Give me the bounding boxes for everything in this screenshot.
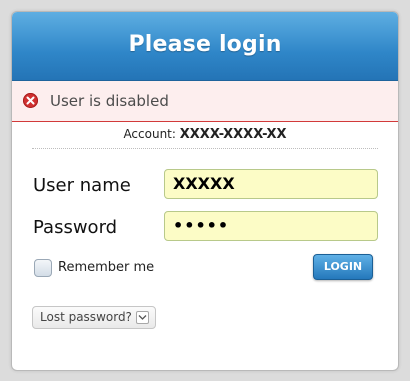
username-input[interactable]: XXXXX xyxy=(164,169,378,199)
page-background: Please login User is disabled Account: X… xyxy=(0,0,410,381)
password-input[interactable]: ••••• xyxy=(164,211,378,241)
remember-me-label[interactable]: Remember me xyxy=(58,260,154,275)
error-icon xyxy=(23,93,38,108)
account-info: Account: XXXX-XXXX-XX xyxy=(12,127,398,142)
error-text: User is disabled xyxy=(50,92,169,110)
chevron-down-icon xyxy=(136,311,149,324)
login-button[interactable]: LOGIN xyxy=(313,254,373,280)
lost-password-button[interactable]: Lost password? xyxy=(32,306,156,329)
password-label: Password xyxy=(33,217,118,238)
login-header: Please login xyxy=(12,12,398,81)
login-panel: Please login User is disabled Account: X… xyxy=(11,11,399,371)
account-value: XXXX-XXXX-XX xyxy=(179,127,287,142)
lost-password-label: Lost password? xyxy=(40,310,132,324)
divider xyxy=(32,148,378,149)
username-label: User name xyxy=(33,175,131,196)
error-message-bar: User is disabled xyxy=(12,81,398,122)
page-title: Please login xyxy=(128,32,282,57)
account-label: Account: xyxy=(123,127,176,141)
remember-me-checkbox[interactable] xyxy=(34,259,52,277)
